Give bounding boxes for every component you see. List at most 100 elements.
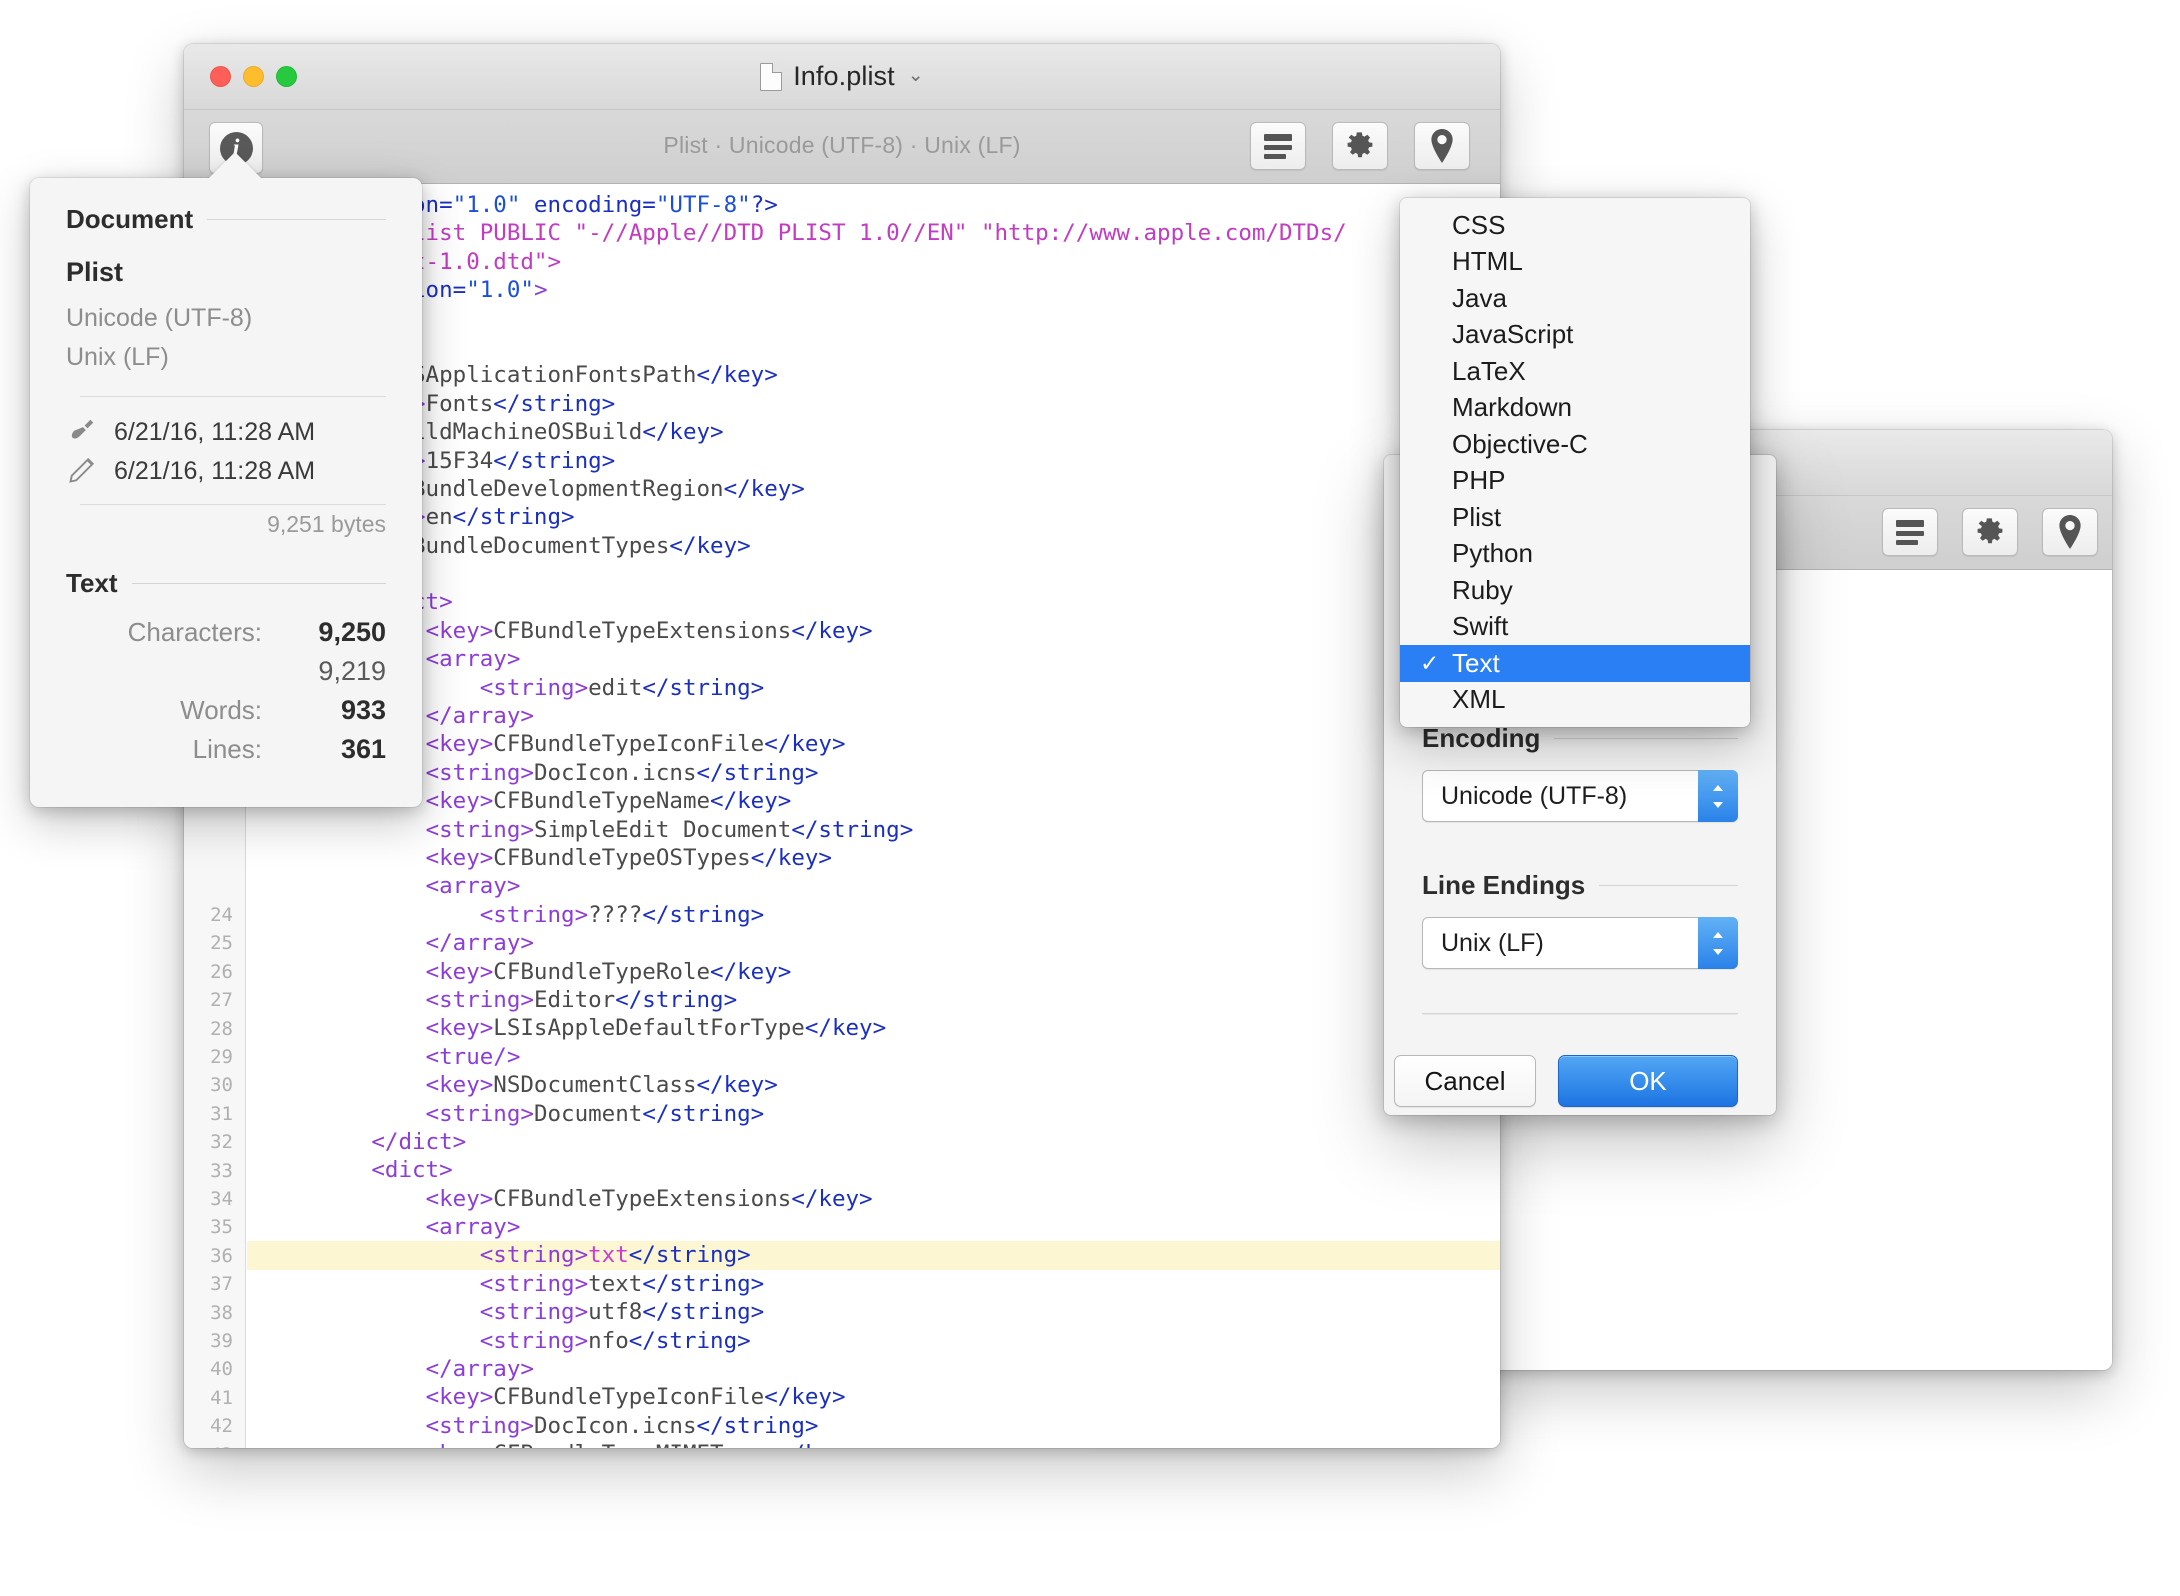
gear-icon: [1977, 518, 2003, 544]
menu-item-html[interactable]: HTML: [1400, 244, 1750, 281]
code-line[interactable]: <string>utf8</string>: [247, 1298, 1500, 1326]
encoding-section-header: Encoding: [1422, 723, 1738, 754]
code-line[interactable]: <key>CFBundleTypeName</key>: [247, 787, 1500, 815]
code-line[interactable]: <key>CFBundleTypeExtensions</key>: [247, 1185, 1500, 1213]
code-line[interactable]: <dict>: [247, 305, 1500, 333]
menu-item-markdown[interactable]: Markdown: [1400, 390, 1750, 427]
menu-item-label: Objective-C: [1452, 428, 1588, 459]
line-endings-select[interactable]: Unix (LF): [1422, 917, 1738, 969]
code-line[interactable]: <string>????</string>: [247, 901, 1500, 929]
shovel-icon: [71, 419, 94, 439]
code-line[interactable]: <string>Editor</string>: [247, 986, 1500, 1014]
settings-button[interactable]: [1332, 122, 1388, 170]
menu-item-ruby[interactable]: Ruby: [1400, 572, 1750, 609]
line-number: 27: [210, 989, 233, 1012]
code-line[interactable]: <array>: [247, 872, 1500, 900]
menu-item-label: Python: [1452, 538, 1533, 569]
menu-item-objective-c[interactable]: Objective-C: [1400, 426, 1750, 463]
code-line[interactable]: <plist version="1.0">: [247, 276, 1500, 304]
code-line[interactable]: <string>Document</string>: [247, 1100, 1500, 1128]
lines-label: Lines:: [192, 734, 262, 764]
line-endings-section-header: Line Endings: [1422, 870, 1738, 901]
code-line[interactable]: <true/>: [247, 1043, 1500, 1071]
pin-icon: [2059, 515, 2081, 549]
menu-item-python[interactable]: Python: [1400, 536, 1750, 573]
stepper-arrows-icon[interactable]: [1698, 917, 1738, 969]
code-line[interactable]: <dict>: [247, 588, 1500, 616]
line-number: 34: [210, 1188, 233, 1210]
line-numbers-button[interactable]: [1882, 508, 1938, 556]
code-line[interactable]: <key>LSIsAppleDefaultForType</key>: [247, 1014, 1500, 1042]
code-line[interactable]: </array>: [247, 1355, 1500, 1383]
screen: LF) i 1: [0, 0, 2180, 1596]
menu-item-plist[interactable]: Plist: [1400, 499, 1750, 536]
encoding-select[interactable]: Unicode (UTF-8): [1422, 770, 1738, 822]
menu-item-css[interactable]: CSS: [1400, 207, 1750, 244]
line-numbers-button[interactable]: [1250, 122, 1306, 170]
code-content[interactable]: <?xml version="1.0" encoding="UTF-8"?><!…: [247, 185, 1500, 1448]
ok-button[interactable]: OK: [1558, 1055, 1738, 1107]
code-line[interactable]: <key>CFBundleTypeIconFile</key>: [247, 1383, 1500, 1411]
code-line[interactable]: <dict>: [247, 1156, 1500, 1184]
language-select-menu[interactable]: CSS HTML Java JavaScript LaTeX Markdown Object…: [1400, 198, 1750, 727]
code-line[interactable]: <string>DocIcon.icns</string>: [247, 759, 1500, 787]
menu-item-label: Plist: [1452, 501, 1502, 532]
code-line[interactable]: [247, 333, 1500, 361]
code-line[interactable]: <!DOCTYPE plist PUBLIC "-//Apple//DTD PL…: [247, 219, 1500, 247]
words-label: Words:: [180, 695, 262, 725]
lines-value: 361: [340, 734, 386, 764]
location-button[interactable]: [2042, 508, 2098, 556]
menu-item-javascript[interactable]: JavaScript: [1400, 317, 1750, 354]
menu-item-label: Text: [1452, 647, 1500, 678]
code-line[interactable]: <key>CFBundleDevelopmentRegion</key>: [247, 475, 1500, 503]
code-line[interactable]: </array>: [247, 702, 1500, 730]
code-line[interactable]: <array>: [247, 1213, 1500, 1241]
line-number: 43: [210, 1444, 233, 1448]
stepper-arrows-icon[interactable]: [1698, 770, 1738, 822]
code-line[interactable]: <key>CFBundleTypeIconFile</key>: [247, 730, 1500, 758]
menu-item-java[interactable]: Java: [1400, 280, 1750, 317]
code-line[interactable]: <key>CFBundleTypeMIMETypes</key>: [247, 1440, 1500, 1448]
code-line[interactable]: <key>CFBundleTypeExtensions</key>: [247, 617, 1500, 645]
code-line[interactable]: <key>CFBundleTypeRole</key>: [247, 958, 1500, 986]
code-line[interactable]: <string>Fonts</string>: [247, 390, 1500, 418]
code-line[interactable]: <string>15F34</string>: [247, 447, 1500, 475]
code-line[interactable]: <string>nfo</string>: [247, 1327, 1500, 1355]
main-titlebar[interactable]: Info.plist ⌄: [184, 44, 1500, 110]
code-line[interactable]: <string>edit</string>: [247, 674, 1500, 702]
code-line[interactable]: <array>: [247, 560, 1500, 588]
menu-item-swift[interactable]: Swift: [1400, 609, 1750, 646]
code-line[interactable]: <string>DocIcon.icns</string>: [247, 1412, 1500, 1440]
code-line[interactable]: <string>en</string>: [247, 503, 1500, 531]
document-title-area[interactable]: Info.plist ⌄: [184, 61, 1500, 92]
location-button[interactable]: [1414, 122, 1470, 170]
code-line[interactable]: PropertyList-1.0.dtd">: [247, 248, 1500, 276]
menu-item-text[interactable]: ✓ Text: [1400, 645, 1750, 682]
document-heading: Document: [66, 204, 194, 234]
code-line[interactable]: </dict>: [247, 1128, 1500, 1156]
code-line[interactable]: <key>CFBundleDocumentTypes</key>: [247, 532, 1500, 560]
menu-item-php[interactable]: PHP: [1400, 463, 1750, 500]
code-line[interactable]: <string>text</string>: [247, 1270, 1500, 1298]
document-title: Info.plist: [793, 61, 895, 91]
line-number: 28: [210, 1017, 233, 1040]
code-line[interactable]: <key>BuildMachineOSBuild</key>: [247, 418, 1500, 446]
document-info-popover[interactable]: Document Plist Unicode (UTF-8) Unix (LF)…: [30, 152, 422, 807]
menu-item-xml[interactable]: XML: [1400, 682, 1750, 719]
code-line[interactable]: <?xml version="1.0" encoding="UTF-8"?>: [247, 191, 1500, 219]
code-line[interactable]: <array>: [247, 645, 1500, 673]
code-line[interactable]: <key>CFBundleTypeOSTypes</key>: [247, 844, 1500, 872]
characters-value: 9,250: [318, 617, 386, 647]
line-number: 32: [210, 1131, 233, 1154]
chevron-down-icon[interactable]: ⌄: [908, 64, 924, 87]
code-line[interactable]: <key>ATSApplicationFontsPath</key>: [247, 361, 1500, 389]
code-line[interactable]: <string>SimpleEdit Document</string>: [247, 816, 1500, 844]
cancel-button[interactable]: Cancel: [1394, 1055, 1536, 1107]
menu-item-latex[interactable]: LaTeX: [1400, 353, 1750, 390]
code-line[interactable]: </array>: [247, 929, 1500, 957]
divider: [207, 219, 386, 220]
code-line[interactable]: <string>txt</string>: [247, 1241, 1500, 1270]
settings-button[interactable]: [1962, 508, 2018, 556]
code-line[interactable]: <key>NSDocumentClass</key>: [247, 1071, 1500, 1099]
modified-date: 6/21/16, 11:28 AM: [114, 456, 316, 485]
